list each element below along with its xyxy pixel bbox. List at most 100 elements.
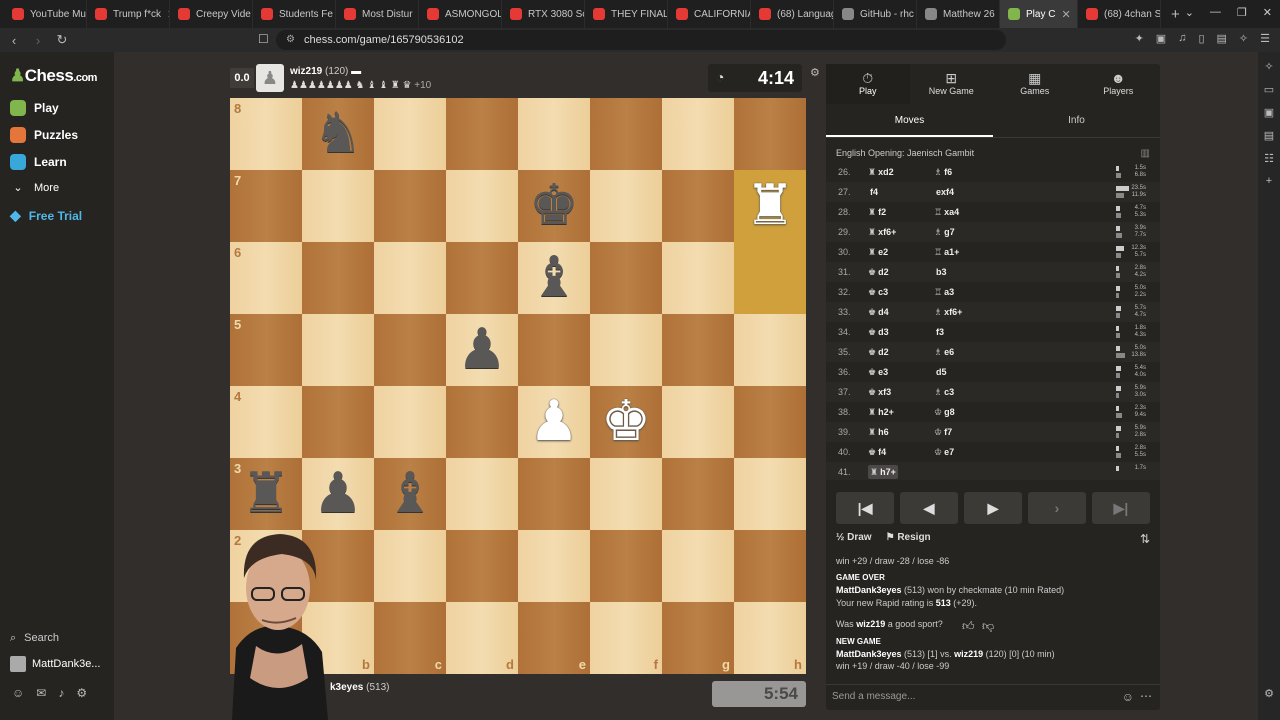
square-e3[interactable] [518,458,590,530]
square-f6[interactable] [590,242,662,314]
screenshot-icon[interactable]: ▣ [1156,32,1166,45]
black-move[interactable]: ♗ xf6+ [934,307,962,318]
square-a6[interactable]: 6 [230,242,302,314]
square-f7[interactable] [590,170,662,242]
emoji-icon[interactable]: ☺ [1122,690,1134,704]
url-field[interactable]: ⚙ chess.com/game/165790536102 [276,30,1006,50]
white-move[interactable]: ♚ d3 [868,327,889,338]
nav-puzzles[interactable]: Puzzles [10,127,78,143]
chess-piece-icon[interactable]: ♚ [590,386,662,458]
play-moves-button[interactable]: ▶ [964,492,1022,524]
media-icon[interactable]: ♫ [1178,32,1186,45]
black-move[interactable]: ♖ xa4 [934,207,959,218]
square-f1[interactable]: f [590,602,662,674]
black-move[interactable]: d5 [934,367,947,377]
opening-name[interactable]: English Opening: Jaenisch Gambit [836,148,974,158]
square-g7[interactable] [662,170,734,242]
browser-tab[interactable]: Trump f*ck✕ [87,0,170,28]
reload-icon[interactable]: ↻ [52,32,72,48]
square-g2[interactable] [662,530,734,602]
square-f3[interactable] [590,458,662,530]
white-move[interactable]: ♜ h7+ [868,465,898,479]
tab-new-game[interactable]: ⊞ New Game [910,64,994,104]
square-d8[interactable] [446,98,518,170]
chess-piece-icon[interactable]: ♜ [230,458,302,530]
browser-tab[interactable]: CALIFORNIA✕ [668,0,751,28]
square-c7[interactable] [374,170,446,242]
thumbs-up-icon[interactable]: 👍︎ [962,619,975,634]
browser-tab[interactable]: GitHub - rhc✕ [834,0,917,28]
square-d2[interactable] [446,530,518,602]
back-icon[interactable]: ‹ [4,33,24,48]
minimize-icon[interactable]: — [1210,6,1221,19]
square-a4[interactable]: 4 [230,386,302,458]
browser-tab[interactable]: Students Fe✕ [253,0,336,28]
nav-free-trial[interactable]: ◆ Free Trial [10,207,82,224]
white-move[interactable]: ♜ e2 [868,247,888,258]
settings-icon[interactable]: ⚙ [76,686,87,700]
browser-tab[interactable]: YouTube Mu✕ [4,0,87,28]
opponent-avatar[interactable]: ♟ [256,64,284,92]
tab-info[interactable]: Info [993,108,1160,137]
square-c3[interactable]: ♝ [374,458,446,530]
extensions-icon[interactable]: ✦ [1135,32,1144,45]
draw-button[interactable]: ½ Draw [836,532,872,543]
opponent-name[interactable]: wiz219 (120) ▬ [290,66,361,77]
square-d7[interactable] [446,170,518,242]
square-d5[interactable]: ♟ [446,314,518,386]
browser-tab[interactable]: Creepy Vide✕ [170,0,253,28]
square-b3[interactable]: ♟ [302,458,374,530]
sidebar-settings-icon[interactable]: ⚙ [1264,687,1274,700]
forward-icon[interactable]: › [28,33,48,48]
resign-button[interactable]: ⚑ Resign [886,532,931,543]
square-h6[interactable] [734,242,806,314]
nav-search[interactable]: ⌕ Search [10,632,59,645]
square-g5[interactable] [662,314,734,386]
white-move[interactable]: ♜ h2+ [868,407,894,418]
browser-tab[interactable]: RTX 3080 Sc✕ [502,0,585,28]
wallet-sidebar-icon[interactable]: ▣ [1264,106,1274,119]
browser-tab[interactable]: Most Distur✕ [336,0,419,28]
square-h4[interactable] [734,386,806,458]
square-h7[interactable]: ♜ [734,170,806,242]
first-move-button[interactable]: |◀ [836,492,894,524]
white-move[interactable]: ♚ d2 [868,347,889,358]
nav-user[interactable]: MattDank3e... [10,656,100,672]
square-h2[interactable] [734,530,806,602]
square-a8[interactable]: 8 [230,98,302,170]
last-move-button[interactable]: ▶| [1092,492,1150,524]
square-f2[interactable] [590,530,662,602]
board-settings-icon[interactable]: ⚙ [810,66,820,79]
square-g4[interactable] [662,386,734,458]
friends-icon[interactable]: ☺ [12,686,24,700]
messages-icon[interactable]: ✉ [36,686,46,700]
browser-tab[interactable]: ASMONGOL✕ [419,0,502,28]
chess-piece-icon[interactable]: ♟ [302,458,374,530]
chess-piece-icon[interactable]: ♝ [518,242,590,314]
square-c4[interactable] [374,386,446,458]
chess-piece-icon[interactable]: ♟ [446,314,518,386]
add-sidebar-icon[interactable]: + [1266,175,1272,187]
square-g6[interactable] [662,242,734,314]
black-move[interactable]: ♗ f6 [934,167,952,178]
white-move[interactable]: f4 [868,187,878,197]
leo-icon[interactable]: ✧ [1239,32,1248,45]
white-move[interactable]: ♜ xd2 [868,167,894,178]
black-move[interactable]: ♖ a3 [934,287,954,298]
square-g3[interactable] [662,458,734,530]
notifications-icon[interactable]: ♪ [58,686,64,700]
square-e5[interactable] [518,314,590,386]
square-d3[interactable] [446,458,518,530]
square-e7[interactable]: ♚ [518,170,590,242]
square-c1[interactable]: c [374,602,446,674]
tab-games[interactable]: ▦ Games [993,64,1077,104]
white-move[interactable]: ♚ d2 [868,267,889,278]
square-e2[interactable] [518,530,590,602]
tab-players[interactable]: ☻ Players [1077,64,1161,104]
square-c2[interactable] [374,530,446,602]
square-e8[interactable] [518,98,590,170]
white-move[interactable]: ♚ f4 [868,447,886,458]
chess-piece-icon[interactable]: ♝ [374,458,446,530]
tab-search-icon[interactable]: ⌄ [1185,6,1194,19]
black-move[interactable] [934,467,936,477]
